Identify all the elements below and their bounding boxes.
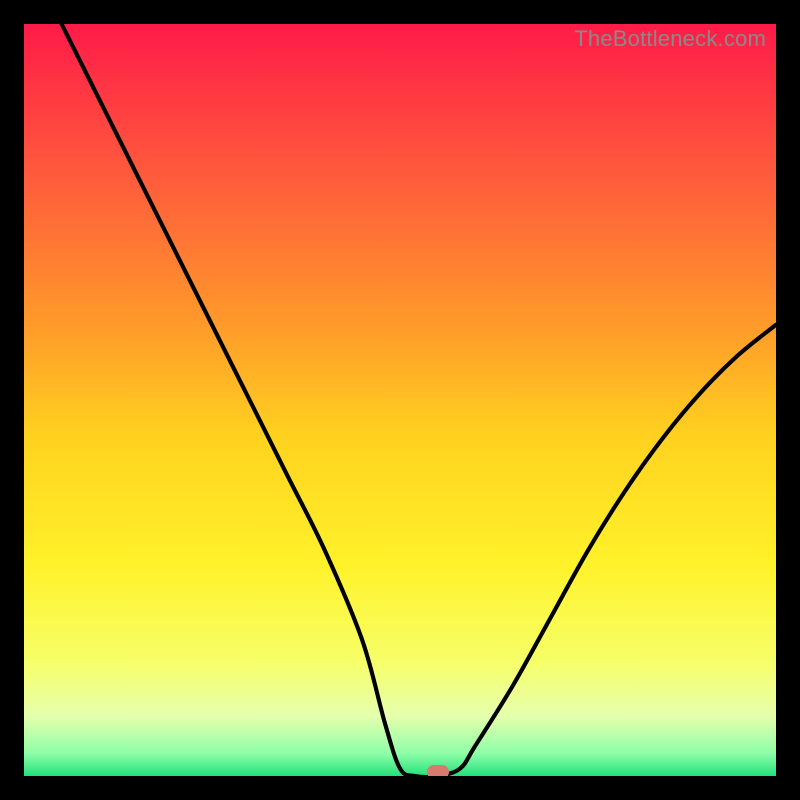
plot-area: TheBottleneck.com <box>24 24 776 776</box>
optimum-marker <box>427 765 449 776</box>
bottleneck-curve <box>24 24 776 776</box>
chart-frame: TheBottleneck.com <box>0 0 800 800</box>
